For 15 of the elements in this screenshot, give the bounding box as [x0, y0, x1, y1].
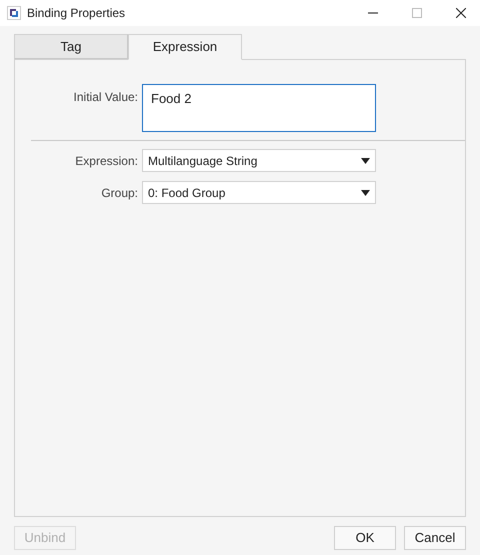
dropdown[interactable]: 0: Food Group [142, 181, 376, 204]
tab[interactable]: Expression [128, 34, 242, 60]
window-title: Binding Properties [27, 5, 126, 22]
caret-icon [361, 190, 370, 196]
field-label: Group: [100, 184, 138, 202]
caret-icon [361, 158, 370, 164]
field-label: Initial Value: [72, 89, 138, 106]
initial-value-field[interactable]: Food 2 [142, 84, 376, 132]
field-label: Expression: [74, 152, 138, 170]
dialog-button[interactable]: OK [334, 526, 396, 550]
dialog-button[interactable]: Cancel [404, 526, 466, 550]
close-icon[interactable] [456, 8, 466, 18]
dropdown[interactable]: Multilanguage String [142, 149, 376, 172]
tab[interactable]: Tag [14, 34, 128, 59]
app-icon [7, 6, 21, 20]
